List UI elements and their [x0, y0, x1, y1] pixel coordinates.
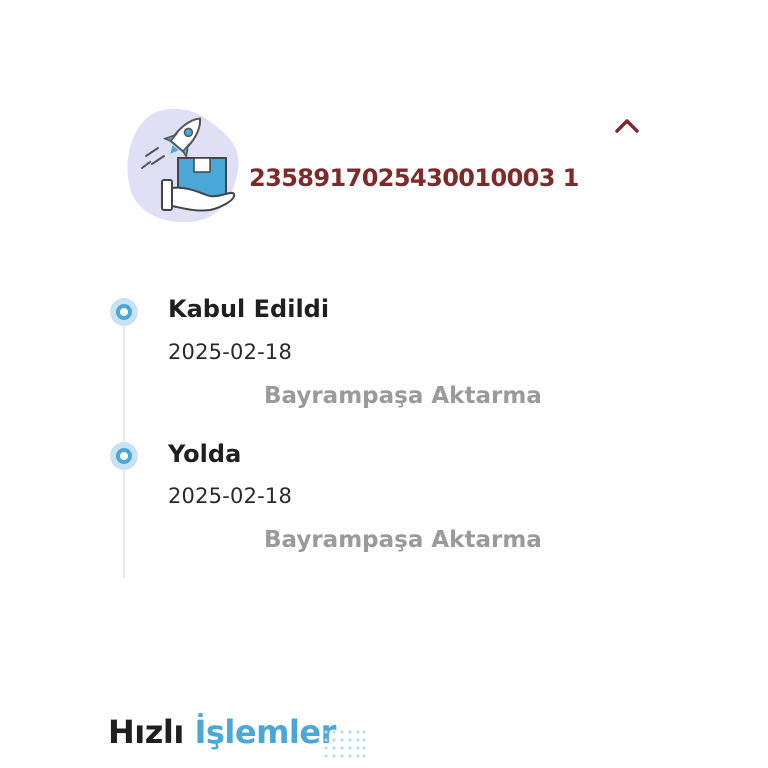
- quick-actions-title-part2: İşlemler: [194, 713, 336, 751]
- chevron-up-icon: [615, 119, 639, 133]
- dot-pattern-icon: [322, 728, 368, 760]
- timeline-event-date: 2025-02-18: [168, 340, 293, 364]
- timeline-dot-icon: [109, 297, 139, 327]
- tracking-number: 2358917025430010003 1: [249, 164, 579, 192]
- rocket-package-hand-icon: [124, 104, 244, 226]
- timeline-event-status: Yolda: [168, 440, 242, 468]
- quick-actions-title-part1: Hızlı: [108, 713, 184, 751]
- timeline-line: [123, 300, 125, 578]
- timeline-dot-icon: [109, 441, 139, 471]
- timeline-event-location: Bayrampaşa Aktarma: [264, 527, 542, 553]
- timeline-event-status: Kabul Edildi: [168, 295, 330, 323]
- shipment-tracking-screen: 2358917025430010003 1 Kabul Edildi 2025-…: [0, 0, 768, 768]
- timeline-event-date: 2025-02-18: [168, 484, 293, 508]
- collapse-button[interactable]: [608, 108, 646, 142]
- quick-actions-title: Hızlı İşlemler: [108, 713, 336, 751]
- timeline-event-location: Bayrampaşa Aktarma: [264, 383, 542, 409]
